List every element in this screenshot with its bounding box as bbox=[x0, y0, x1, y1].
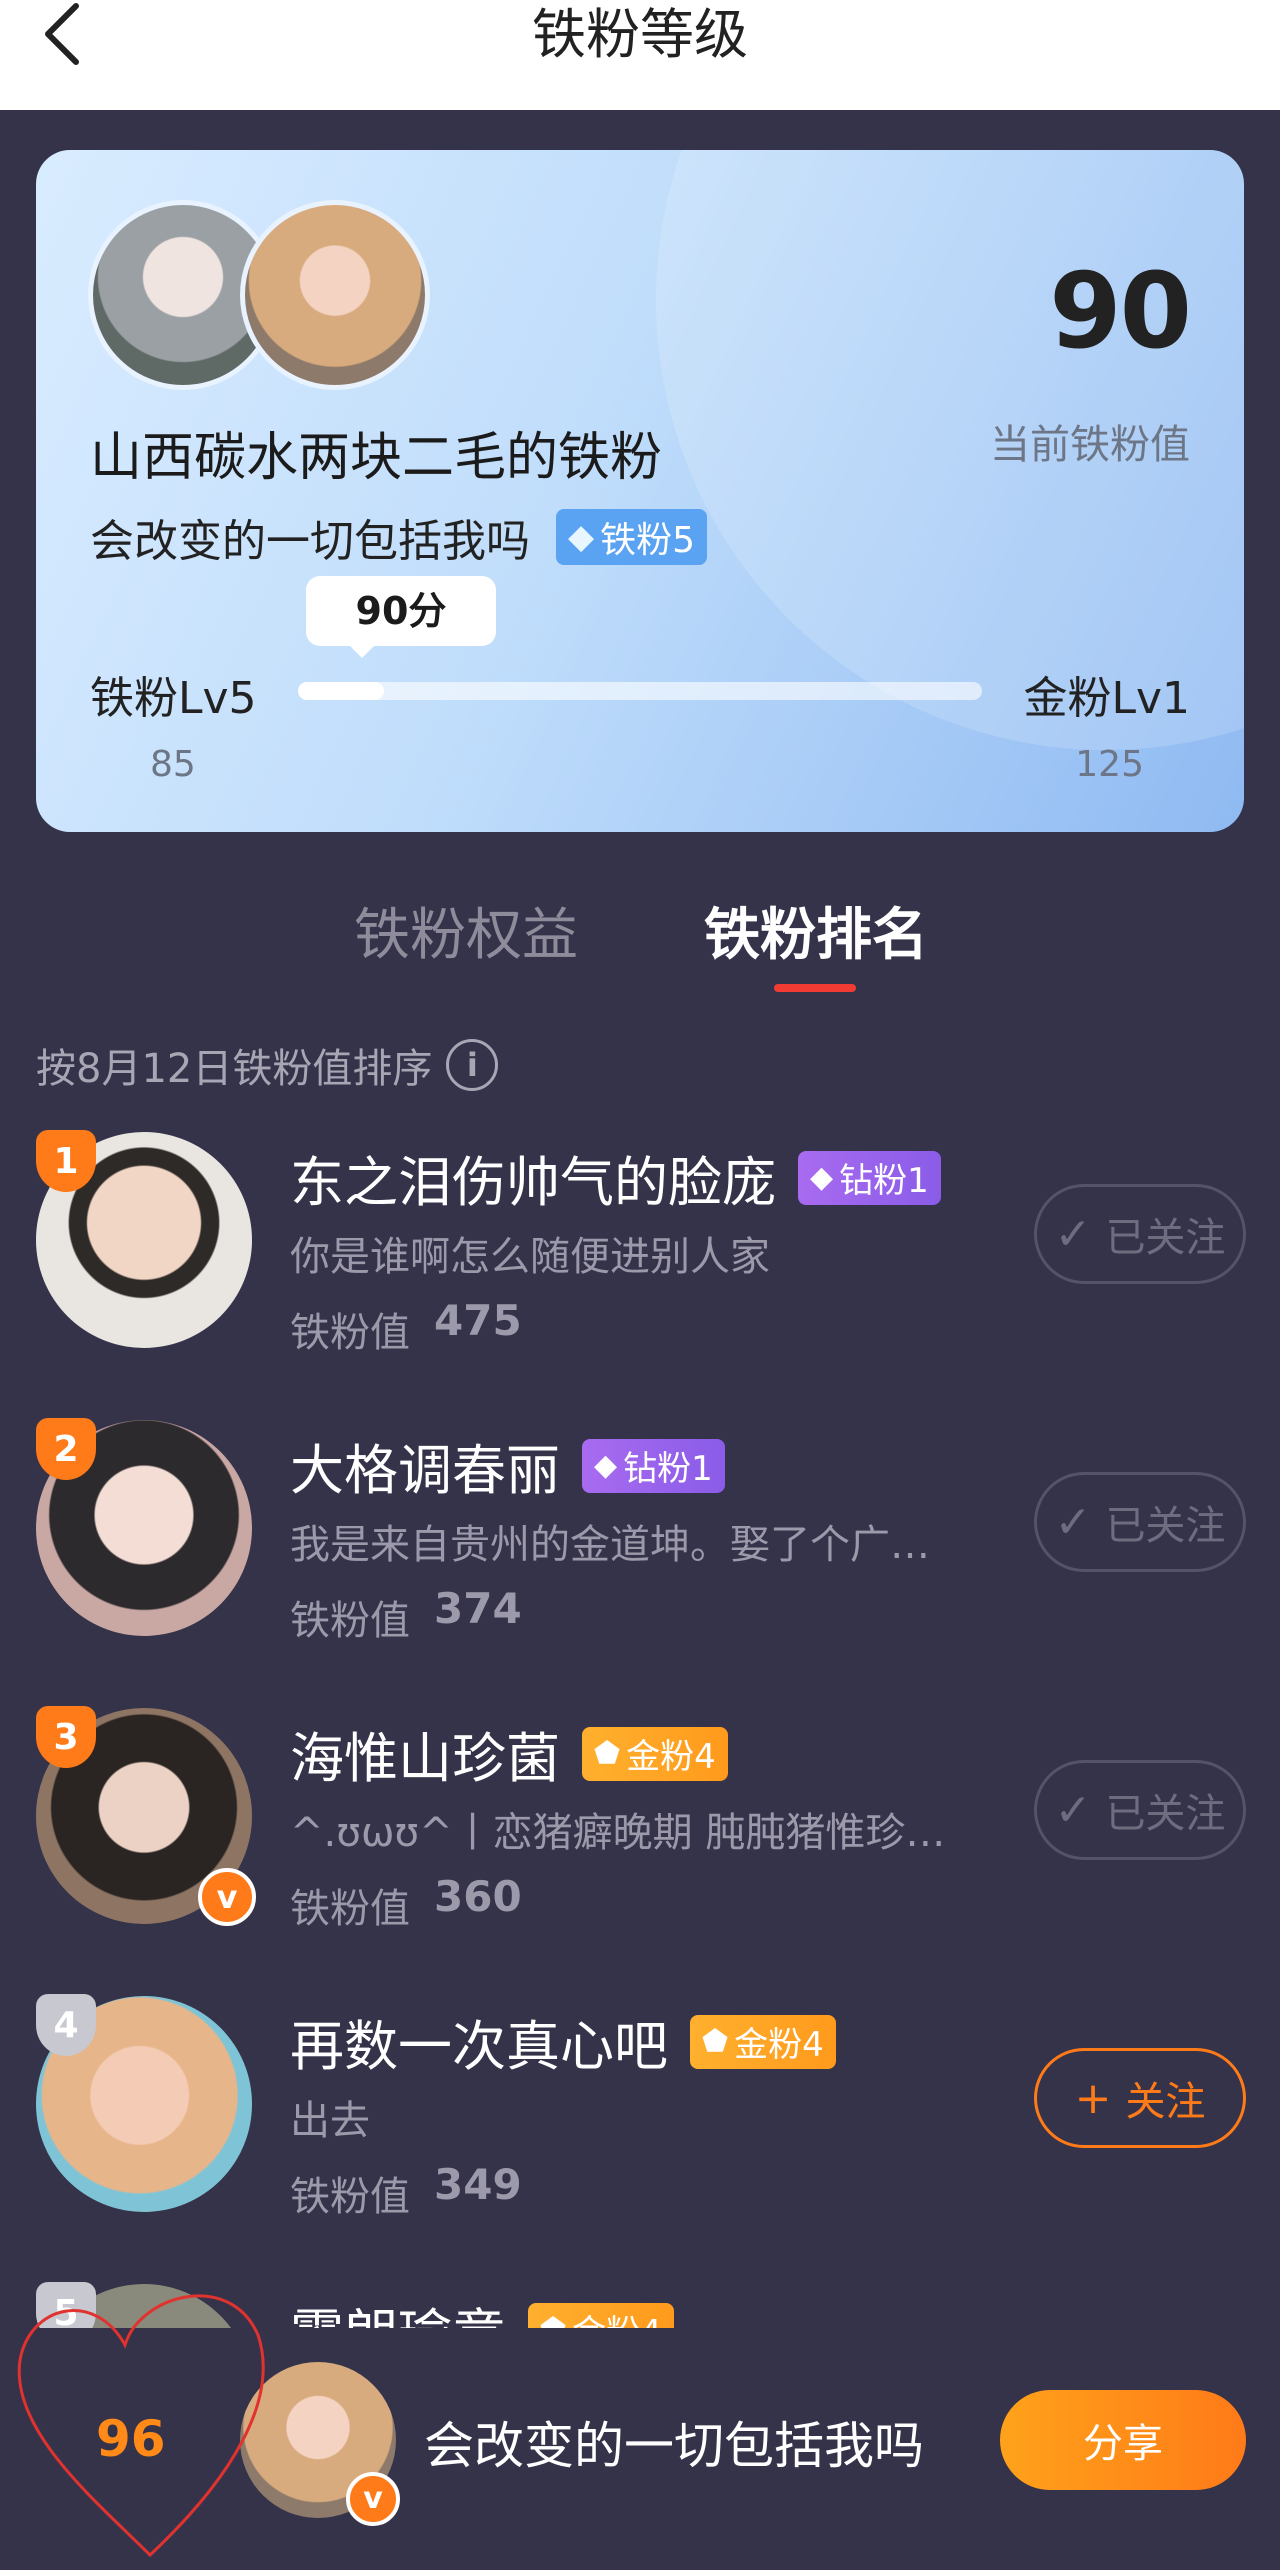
level-max-value: 125 bbox=[1075, 744, 1144, 785]
followed-button[interactable]: ✓ 已关注 bbox=[1034, 1472, 1246, 1572]
check-icon: ✓ bbox=[1054, 1208, 1092, 1260]
followed-button[interactable]: ✓ 已关注 bbox=[1034, 1760, 1246, 1860]
name-line: 东之泪伤帅气的脸庞 ◆ 钻粉1 bbox=[290, 1138, 941, 1217]
rank-badge: 4 bbox=[36, 1994, 96, 2056]
my-rank-bar: 96 v 会改变的一切包括我吗 分享 bbox=[0, 2328, 1280, 2570]
rank-badge: 2 bbox=[36, 1418, 96, 1480]
my-rank: 96 bbox=[96, 2410, 166, 2468]
follow-button-label: 已关注 bbox=[1105, 1215, 1226, 1261]
fan-level-badge: ⬟ 金粉4 bbox=[582, 1726, 728, 1781]
fan-value: 349 bbox=[434, 2160, 522, 2209]
fan-value: 475 bbox=[434, 1296, 522, 1345]
my-name: 会改变的一切包括我吗 bbox=[424, 2417, 924, 2475]
fan-group-name: 山西碳水两块二毛的铁粉 bbox=[90, 428, 663, 488]
ranking-row[interactable]: 3 v 海惟山珍菌 ⬟ 金粉4 ^.ʊωʊ^丨恋猪癖晚期 肫肫猪惟珍… 铁粉值 … bbox=[0, 1706, 1280, 1978]
fan-name[interactable]: 再数一次真心吧 bbox=[290, 2002, 668, 2081]
current-score-label: 当前铁粉值 bbox=[990, 422, 1190, 468]
fan-name[interactable]: 海惟山珍菌 bbox=[290, 1714, 560, 1793]
tab-bar: 铁粉权益 铁粉排名 bbox=[0, 880, 1280, 1000]
follow-button-label: 关注 bbox=[1125, 2079, 1206, 2125]
fan-value: 374 bbox=[434, 1584, 522, 1633]
follow-button-label: 已关注 bbox=[1105, 1791, 1226, 1837]
fan-value-label: 铁粉值 bbox=[290, 1886, 410, 1932]
rank-badge: 3 bbox=[36, 1706, 96, 1768]
fan-bio: 你是谁啊怎么随便进别人家 bbox=[290, 1234, 770, 1280]
fan-value-label: 铁粉值 bbox=[290, 1310, 410, 1356]
sort-note: 按8月12日铁粉值排序 i bbox=[36, 1036, 499, 1094]
page-title: 铁粉等级 bbox=[532, 3, 748, 66]
plus-icon: + bbox=[1074, 2072, 1112, 2124]
verified-badge-icon: v bbox=[198, 1868, 256, 1926]
fan-level-card: 90 当前铁粉值 山西碳水两块二毛的铁粉 会改变的一切包括我吗 ◆ 铁粉5 90… bbox=[36, 150, 1244, 832]
fan-level-badge: ◆ 铁粉5 bbox=[556, 509, 708, 565]
fan-value-label: 铁粉值 bbox=[290, 1598, 410, 1644]
fan-level-badge-label: 钻粉1 bbox=[839, 1161, 929, 1201]
info-icon[interactable]: i bbox=[446, 1039, 499, 1091]
tab-fan-benefits[interactable]: 铁粉权益 bbox=[354, 890, 578, 971]
active-tab-indicator bbox=[774, 984, 856, 992]
progress-tooltip: 90分 bbox=[306, 576, 496, 658]
follow-button-label: 已关注 bbox=[1105, 1503, 1226, 1549]
level-min-value: 85 bbox=[150, 744, 196, 785]
ranking-row[interactable]: 2 大格调春丽 ◆ 钻粉1 我是来自贵州的金道坤。娶了个广… 铁粉值 374 ✓… bbox=[0, 1418, 1280, 1690]
name-line: 大格调春丽 ◆ 钻粉1 bbox=[290, 1426, 725, 1505]
diamond-icon: ◆ bbox=[568, 517, 595, 557]
fan-name[interactable]: 东之泪伤帅气的脸庞 bbox=[290, 1138, 776, 1217]
fan-bio: 出去 bbox=[290, 2098, 370, 2144]
fan-level-badge-label: 铁粉5 bbox=[600, 520, 696, 561]
fan-bio: 我是来自贵州的金道坤。娶了个广… bbox=[290, 1522, 930, 1568]
diamond-icon: ◆ bbox=[594, 1448, 618, 1483]
sort-note-text: 按8月12日铁粉值排序 bbox=[36, 1046, 433, 1092]
fan-level-badge: ◆ 钻粉1 bbox=[582, 1438, 725, 1493]
name-line: 海惟山珍菌 ⬟ 金粉4 bbox=[290, 1714, 728, 1793]
fan-level-badge-label: 金粉4 bbox=[734, 2025, 824, 2065]
user-name: 会改变的一切包括我吗 bbox=[90, 516, 530, 567]
fan-level-badge: ◆ 钻粉1 bbox=[798, 1150, 941, 1205]
share-button[interactable]: 分享 bbox=[1000, 2390, 1246, 2490]
ranking-row[interactable]: 4 再数一次真心吧 ⬟ 金粉4 出去 铁粉值 349 + 关注 bbox=[0, 1994, 1280, 2266]
progress-fill bbox=[298, 682, 384, 700]
fan-level-badge-label: 金粉4 bbox=[626, 1737, 716, 1777]
gold-gem-icon: ⬟ bbox=[702, 2024, 729, 2059]
user-avatar[interactable] bbox=[240, 200, 430, 390]
fan-level-badge: ⬟ 金粉4 bbox=[690, 2014, 836, 2069]
diamond-icon: ◆ bbox=[810, 1160, 834, 1195]
fan-name[interactable]: 大格调春丽 bbox=[290, 1426, 560, 1505]
user-line: 会改变的一切包括我吗 ◆ 铁粉5 bbox=[90, 505, 708, 569]
check-icon: ✓ bbox=[1054, 1784, 1092, 1836]
tab-fan-ranking[interactable]: 铁粉排名 bbox=[704, 890, 928, 971]
followed-button[interactable]: ✓ 已关注 bbox=[1034, 1184, 1246, 1284]
current-score: 90 bbox=[1049, 250, 1192, 372]
fan-level-badge-label: 钻粉1 bbox=[623, 1449, 713, 1489]
next-level-label: 金粉Lv1 bbox=[1023, 673, 1190, 724]
fan-bio: ^.ʊωʊ^丨恋猪癖晚期 肫肫猪惟珍… bbox=[290, 1810, 946, 1856]
follow-button[interactable]: + 关注 bbox=[1034, 2048, 1246, 2148]
verified-badge-icon: v bbox=[346, 2472, 400, 2526]
fan-value-label: 铁粉值 bbox=[290, 2174, 410, 2220]
fan-value: 360 bbox=[434, 1872, 522, 1921]
ranking-row[interactable]: 1 东之泪伤帅气的脸庞 ◆ 钻粉1 你是谁啊怎么随便进别人家 铁粉值 475 ✓… bbox=[0, 1130, 1280, 1402]
check-icon: ✓ bbox=[1054, 1496, 1092, 1548]
top-bar: 铁粉等级 bbox=[0, 0, 1280, 110]
name-line: 再数一次真心吧 ⬟ 金粉4 bbox=[290, 2002, 836, 2081]
rank-badge: 1 bbox=[36, 1130, 96, 1192]
gold-gem-icon: ⬟ bbox=[594, 1736, 621, 1771]
progress-track bbox=[298, 682, 982, 700]
current-level-label: 铁粉Lv5 bbox=[90, 673, 257, 724]
